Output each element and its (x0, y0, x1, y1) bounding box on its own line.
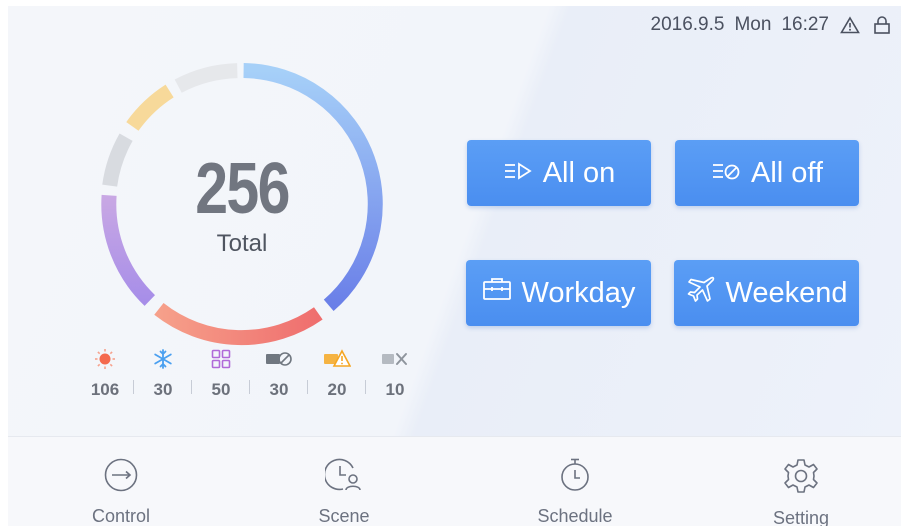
bottom-nav: Control Scene Schedule Setting (8, 436, 901, 526)
warning-icon[interactable] (839, 14, 861, 36)
workday-button[interactable]: Workday (466, 260, 651, 326)
donut-segment-yellow (126, 84, 174, 131)
scene-icon (323, 457, 363, 498)
timer-icon (557, 457, 593, 498)
status-weekday: Mon (734, 14, 772, 35)
status-time: 16:27 (781, 14, 829, 35)
snowflake-icon (152, 348, 174, 370)
nav-schedule[interactable]: Schedule (515, 457, 635, 526)
weekend-label: Weekend (725, 276, 848, 309)
all-on-label: All on (542, 156, 616, 189)
stat-value: 10 (385, 380, 405, 399)
status-bar: 2016.9.5 Mon 16:27 (651, 14, 893, 36)
stat-value: 50 (211, 380, 231, 399)
nav-control-label: Control (91, 506, 151, 526)
donut-segment-light-gray (174, 63, 238, 93)
donut-segment-red (154, 302, 323, 346)
lock-icon[interactable] (871, 14, 893, 36)
nav-control[interactable]: Control (61, 457, 181, 526)
all-off-icon (711, 157, 741, 190)
all-on-icon (503, 157, 533, 190)
stat-off[interactable]: 30 (249, 348, 308, 400)
nav-scene-label: Scene (318, 506, 370, 526)
total-label: Total (216, 230, 268, 257)
total-count: 256 (195, 149, 290, 229)
stat-value: 106 (90, 380, 120, 399)
control-icon (103, 457, 139, 498)
status-date: 2016.9.5 (650, 14, 725, 35)
workday-label: Workday (521, 276, 636, 309)
nav-setting[interactable]: Setting (741, 457, 861, 526)
stat-value: 30 (153, 380, 173, 399)
grid-icon (210, 348, 232, 370)
nav-scene[interactable]: Scene (284, 457, 404, 526)
all-on-button[interactable]: All on (467, 140, 651, 206)
app-screen: 2016.9.5 Mon 16:27 256 Total 106 30 50 3… (8, 6, 901, 526)
device-stats: 106 30 50 30 20 10 (76, 348, 424, 400)
device-error-icon (381, 348, 409, 370)
stat-error[interactable]: 10 (365, 348, 424, 400)
stat-cooling[interactable]: 30 (133, 348, 192, 400)
stat-value: 20 (327, 380, 347, 399)
all-off-label: All off (750, 156, 823, 189)
stat-value: 30 (269, 380, 289, 399)
stat-fan[interactable]: 50 (191, 348, 250, 400)
briefcase-icon (482, 276, 512, 310)
all-off-button[interactable]: All off (675, 140, 859, 206)
stat-warning[interactable]: 20 (307, 348, 366, 400)
device-off-icon (265, 348, 293, 370)
nav-setting-label: Setting (772, 508, 830, 526)
stat-heating[interactable]: 106 (76, 348, 134, 400)
nav-schedule-label: Schedule (537, 506, 613, 526)
weekend-button[interactable]: Weekend (674, 260, 859, 326)
gear-icon (782, 457, 820, 500)
device-warning-icon (323, 348, 351, 370)
airplane-icon (686, 275, 716, 311)
sun-icon (94, 348, 116, 370)
